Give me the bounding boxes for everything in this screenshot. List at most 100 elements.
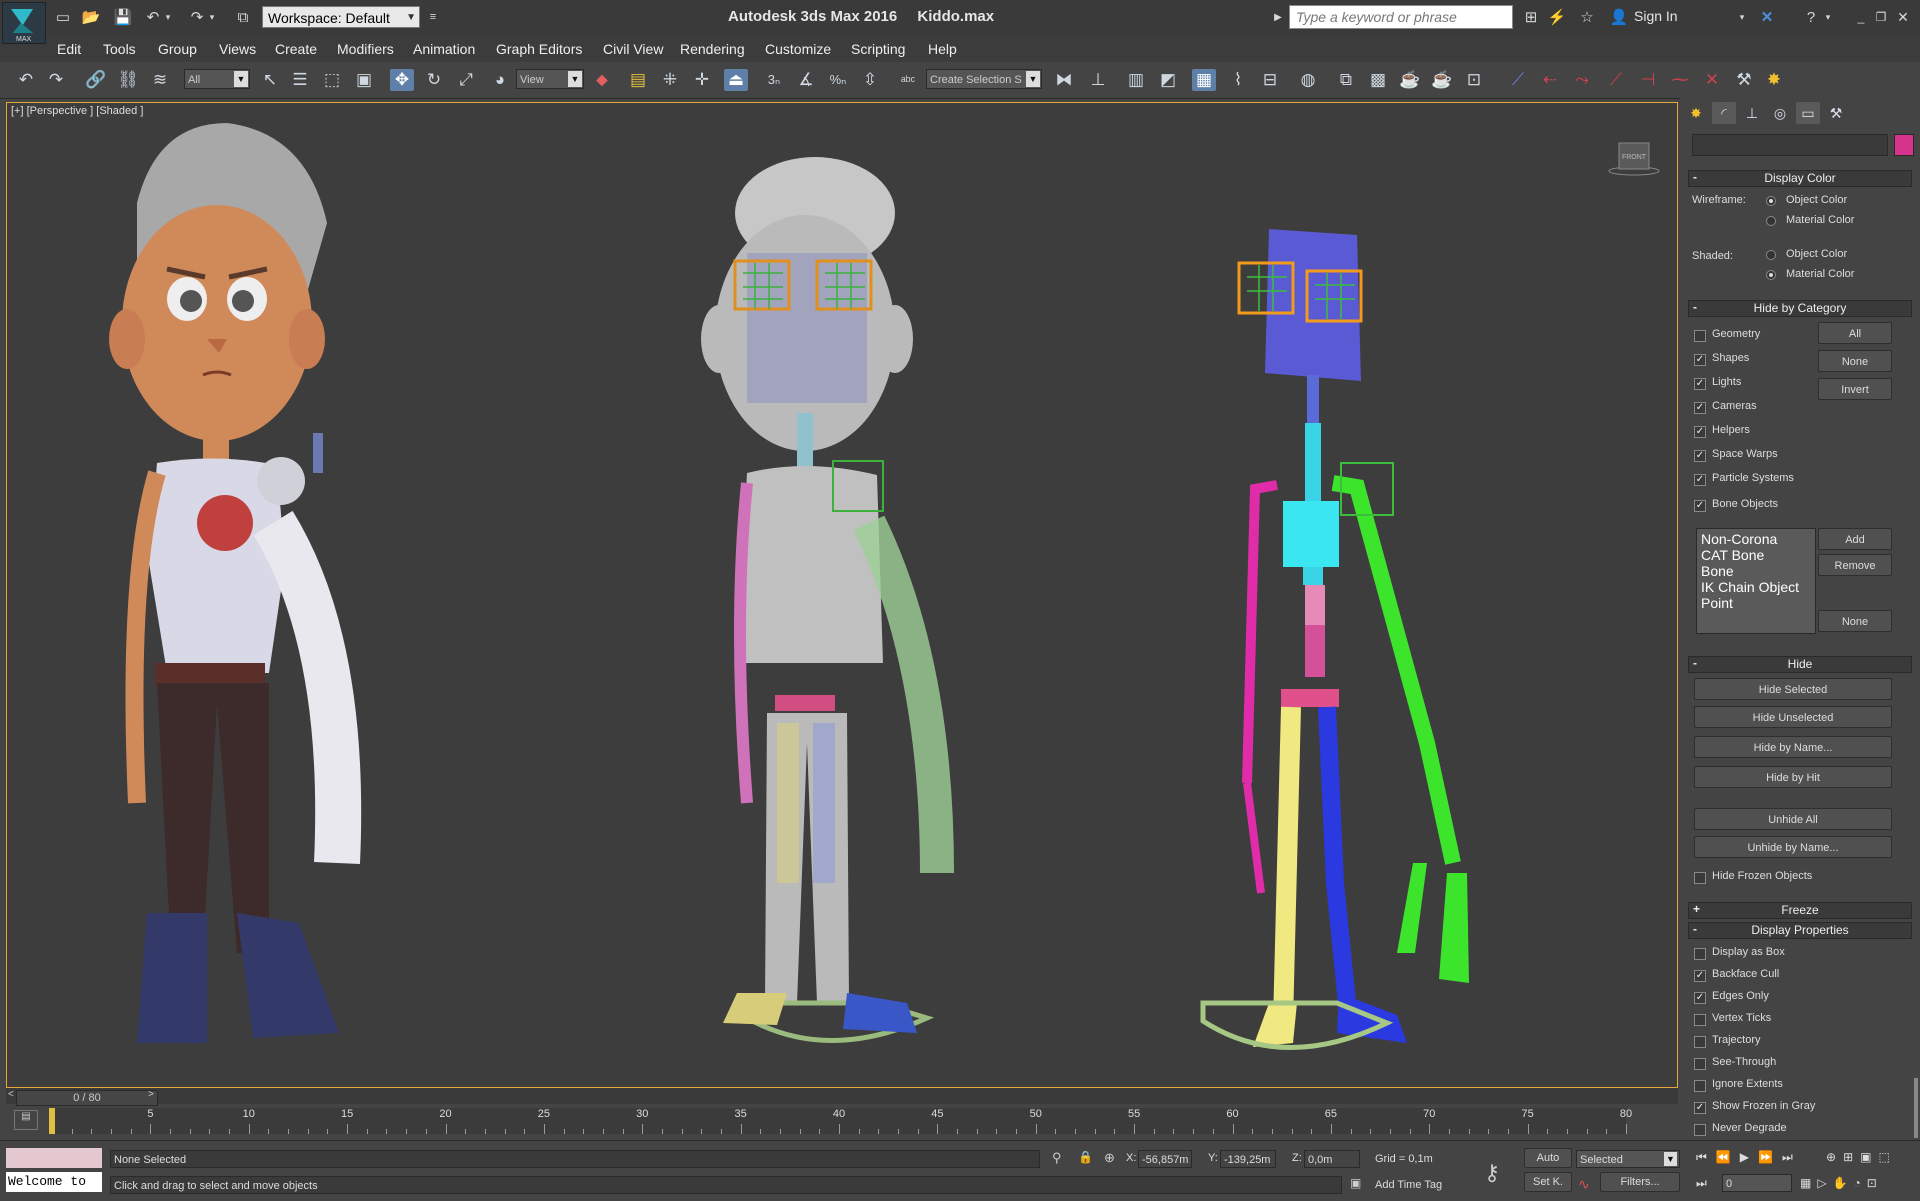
show-frozen-in-gray-checkbox[interactable]: ✓ — [1694, 1102, 1706, 1114]
window-crossing-icon[interactable]: ▣ — [352, 69, 376, 91]
time-slider-track[interactable] — [6, 1088, 1678, 1104]
menu-rendering[interactable]: Rendering — [680, 41, 745, 57]
snap-toggle-active-icon[interactable]: ⏏ — [724, 69, 748, 91]
wireframe-object-color-radio[interactable] — [1766, 196, 1776, 206]
geometry-checkbox[interactable] — [1694, 330, 1706, 342]
redo-dropdown-icon[interactable]: ▾ — [206, 7, 218, 27]
time-slider-next-icon[interactable]: > — [148, 1089, 154, 1100]
bone-objects-checkbox[interactable]: ✓ — [1694, 500, 1706, 512]
menu-help[interactable]: Help — [928, 41, 957, 57]
menu-civil-view[interactable]: Civil View — [603, 41, 663, 57]
render-setup-icon[interactable]: ⧉ — [1334, 69, 1358, 91]
freeze-rollout-header[interactable]: + Freeze — [1688, 902, 1912, 919]
select-by-name-icon[interactable]: ☰ — [288, 69, 312, 91]
shapes-checkbox[interactable]: ✓ — [1694, 354, 1706, 366]
menu-views[interactable]: Views — [219, 41, 256, 57]
bone-tools-icon[interactable]: ⇠ — [1538, 69, 1562, 91]
go-to-start-icon[interactable]: ⏮ — [1696, 1150, 1716, 1164]
display-properties-rollout-header[interactable]: - Display Properties — [1688, 922, 1912, 939]
customize-toolbar-icon[interactable]: ≡ — [422, 7, 444, 27]
redo-icon[interactable]: ↷ — [186, 7, 208, 27]
helpers-checkbox[interactable]: ✓ — [1694, 426, 1706, 438]
set-key-button[interactable]: Set K. — [1524, 1172, 1572, 1192]
select-and-rotate-icon[interactable]: ↻ — [422, 69, 446, 91]
absolute-mode-icon[interactable]: ⊕ — [1104, 1150, 1115, 1166]
shaded-object-color-radio[interactable] — [1766, 250, 1776, 260]
motion-tab-icon[interactable]: ◎ — [1768, 102, 1792, 124]
mini-curve-editor-icon[interactable]: ▤ — [14, 1110, 38, 1130]
display-color-rollout-header[interactable]: - Display Color — [1688, 170, 1912, 187]
menu-group[interactable]: Group — [158, 41, 197, 57]
edges-only-checkbox[interactable]: ✓ — [1694, 992, 1706, 1004]
list-item[interactable]: Non-Corona — [1701, 531, 1811, 547]
cat-bone-icon[interactable]: ⟋ — [1506, 69, 1530, 91]
go-to-end-icon[interactable]: ⏭ — [1782, 1150, 1802, 1164]
maxscript-mini-listener[interactable]: Welcome to — [6, 1172, 102, 1192]
auto-key-button[interactable]: Auto — [1524, 1148, 1572, 1168]
hide-rollout-header[interactable]: - Hide — [1688, 656, 1912, 673]
see-through-checkbox[interactable] — [1694, 1058, 1706, 1070]
cameras-checkbox[interactable]: ✓ — [1694, 402, 1706, 414]
selection-filter-dropdown[interactable]: All ▼ — [184, 69, 250, 89]
abc-icon[interactable]: ᵃᵇᶜ — [896, 69, 920, 91]
user-icon[interactable]: 👤 — [1608, 7, 1630, 27]
link-icon[interactable]: 🔗 — [84, 69, 108, 91]
shaded-material-color-radio[interactable] — [1766, 270, 1776, 280]
category-list[interactable]: Non-Corona CAT Bone Bone IK Chain Object… — [1696, 528, 1816, 634]
category-add-button[interactable]: Add — [1818, 528, 1892, 550]
trajectory-checkbox[interactable] — [1694, 1036, 1706, 1048]
mirror-icon[interactable]: ⧓ — [1052, 69, 1076, 91]
hide-by-hit-button[interactable]: Hide by Hit — [1694, 766, 1892, 788]
undo-icon[interactable]: ↶ — [14, 69, 38, 91]
render-activeshade-icon[interactable]: ⊡ — [1462, 69, 1486, 91]
track-bar[interactable]: 05101520253035404550556065707580 — [49, 1108, 1632, 1134]
time-slider-handle[interactable]: 0 / 80 — [16, 1090, 158, 1106]
menu-scripting[interactable]: Scripting — [851, 41, 905, 57]
new-file-icon[interactable]: ▭ — [52, 7, 74, 27]
scene-explorer-icon[interactable]: ▦ — [1192, 69, 1216, 91]
percent-snap-icon[interactable]: ∡ — [794, 69, 818, 91]
lights-checkbox[interactable]: ✓ — [1694, 378, 1706, 390]
layer-explorer-icon[interactable]: ▥ — [1124, 69, 1148, 91]
select-and-scale-icon[interactable]: ⤢ — [454, 69, 478, 91]
list-item[interactable]: CAT Bone — [1701, 547, 1811, 563]
orbit-icon[interactable]: ◔ — [1854, 1176, 1867, 1190]
snaps-toggle-icon[interactable]: ✛ — [690, 69, 714, 91]
bind-space-warp-icon[interactable]: ≋ — [148, 69, 172, 91]
sign-in-dropdown-icon[interactable]: ▾ — [1736, 7, 1748, 27]
pivot-center-icon[interactable]: ⬥ — [590, 69, 614, 91]
maximize-toggle-icon[interactable]: ⊡ — [1867, 1176, 1883, 1190]
workspace-dropdown[interactable]: Workspace: Default ▼ — [262, 6, 420, 28]
ik-chain-icon[interactable]: ⤳ — [1570, 69, 1594, 91]
y-coordinate-field[interactable]: -139,25m — [1220, 1150, 1276, 1168]
hide-selected-button[interactable]: Hide Selected — [1694, 678, 1892, 700]
cat-rig-icon[interactable]: ⁓ — [1668, 69, 1692, 91]
zoom-extents-icon[interactable]: ▣ — [1860, 1150, 1878, 1164]
save-file-icon[interactable]: 💾 — [112, 7, 134, 27]
menu-create[interactable]: Create — [275, 41, 317, 57]
spinner-snap-icon[interactable]: %ₙ — [826, 69, 850, 91]
render-iterative-icon[interactable]: ☕ — [1430, 69, 1454, 91]
reference-coordinate-dropdown[interactable]: View ▼ — [516, 69, 584, 89]
space-warps-checkbox[interactable]: ✓ — [1694, 450, 1706, 462]
never-degrade-checkbox[interactable] — [1694, 1124, 1706, 1136]
sign-in-link[interactable]: Sign In — [1634, 8, 1678, 24]
close-icon[interactable]: ✕ — [1892, 7, 1914, 27]
default-in-out-tangents-icon[interactable]: ∿ — [1578, 1176, 1590, 1193]
favorites-star-icon[interactable]: ☆ — [1576, 7, 1598, 27]
hide-frozen-objects-checkbox[interactable] — [1694, 872, 1706, 884]
maxscript-listener-pink[interactable] — [6, 1148, 102, 1168]
named-selection-sets-dropdown[interactable]: Create Selection S ▼ — [926, 69, 1042, 89]
select-object-icon[interactable]: ↖ — [258, 69, 282, 91]
maximize-viewport-icon[interactable]: ⬚ — [1878, 1150, 1896, 1164]
rendered-frame-window-icon[interactable]: ▩ — [1366, 69, 1390, 91]
schematic-view-icon[interactable]: ⊟ — [1258, 69, 1282, 91]
hammer-icon[interactable]: ⚒ — [1732, 69, 1756, 91]
unhide-by-name-button[interactable]: Unhide by Name... — [1694, 836, 1892, 858]
binoculars-icon[interactable]: ⊞ — [1520, 7, 1542, 27]
add-time-tag-button[interactable]: Add Time Tag — [1372, 1176, 1468, 1194]
minimize-icon[interactable]: _ — [1850, 7, 1872, 27]
menu-modifiers[interactable]: Modifiers — [337, 41, 394, 57]
curve-editor-icon[interactable]: ⌇ — [1226, 69, 1250, 91]
subscription-icon[interactable]: ⚡ — [1546, 7, 1568, 27]
